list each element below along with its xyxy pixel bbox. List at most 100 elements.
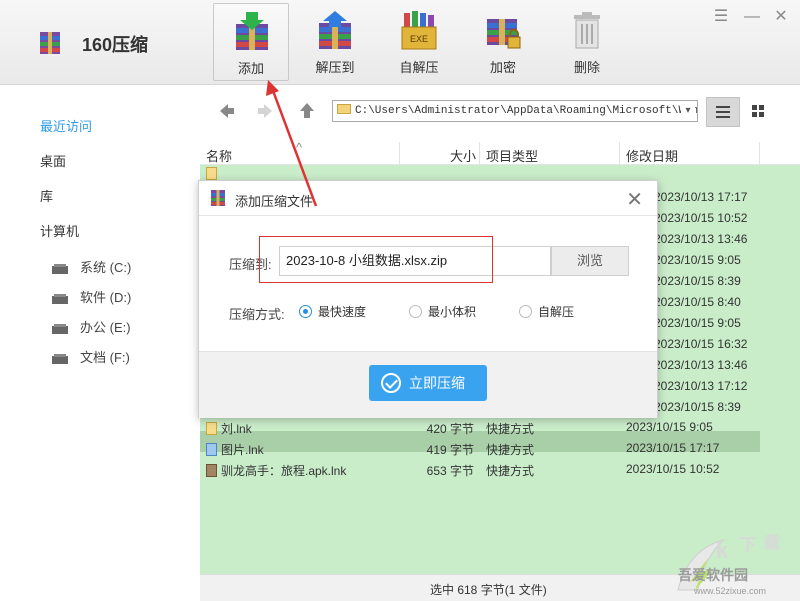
radio-dot	[299, 305, 312, 318]
delete-button[interactable]: 删除	[549, 3, 625, 81]
add-archive-dialog: 添加压缩文件 ✕ 压缩到: 2023-10-8 小组数据.xlsx.zip 浏览…	[198, 180, 658, 418]
file-size: 419 字节	[426, 443, 474, 457]
column-type[interactable]: 项目类型	[486, 146, 538, 165]
row-date: 2023/10/13 13:46	[654, 232, 748, 246]
up-arrow-icon[interactable]	[296, 100, 318, 122]
grid-view-button[interactable]	[742, 97, 776, 127]
folder-icon	[337, 104, 351, 114]
radio-label: 最快速度	[318, 305, 367, 319]
row-date: 2023/10/15 8:39	[654, 274, 741, 288]
column-name[interactable]: 名称	[206, 146, 232, 165]
column-date[interactable]: 修改日期	[626, 146, 678, 165]
extract-icon	[319, 11, 351, 49]
encrypt-button[interactable]: 加密	[465, 3, 541, 81]
grid-view-icon	[752, 105, 764, 117]
status-text: 选中 618 字节(1 文件)	[430, 583, 547, 597]
add-button[interactable]: 添加	[213, 3, 289, 81]
table-row[interactable]: 刘.lnk 420 字节 快捷方式 2023/10/15 9:05	[200, 417, 800, 438]
sidebar-item-computer[interactable]: 计算机	[40, 221, 79, 240]
file-name: 驯龙高手：旅程.apk.lnk	[221, 464, 347, 478]
list-header: 名称 ^ 大小 项目类型 修改日期	[200, 140, 800, 165]
sidebar-drive-f[interactable]: 文档 (F:)	[52, 347, 130, 367]
file-date: 2023/10/15 17:17	[626, 441, 720, 455]
row-date: 2023/10/15 16:32	[654, 337, 748, 351]
dialog-title: 添加压缩文件	[235, 194, 314, 209]
row-date: 2023/10/15 8:40	[654, 295, 741, 309]
highlight-box	[259, 236, 493, 283]
row-date: 2023/10/13 17:12	[654, 379, 748, 393]
file-size: 420 字节	[426, 422, 474, 436]
drive-icon	[52, 323, 68, 334]
add-button-label: 添加	[237, 61, 264, 76]
method-label: 压缩方式:	[229, 307, 285, 322]
archive-shortcut-icon	[206, 464, 217, 477]
encrypt-icon	[487, 19, 521, 49]
drive-label: 办公 (E:)	[80, 320, 131, 335]
file-type: 快捷方式	[486, 422, 535, 436]
self-extract-label: 自解压	[399, 60, 439, 75]
file-type: 快捷方式	[486, 443, 535, 457]
radio-fastest[interactable]: 最快速度	[299, 303, 366, 320]
drive-icon	[52, 293, 68, 304]
app-title: 160压缩	[82, 35, 149, 55]
sidebar-item-recent[interactable]: 最近访问	[40, 116, 92, 135]
back-arrow-icon[interactable]	[216, 100, 238, 122]
row-date: 2023/10/15 10:52	[654, 211, 748, 225]
check-circle-icon	[381, 373, 401, 393]
row-date: 2023/10/15 8:39	[654, 400, 741, 414]
folder-icon	[206, 167, 217, 180]
drive-icon	[52, 263, 68, 274]
sidebar-drive-e[interactable]: 办公 (E:)	[52, 317, 131, 337]
dialog-header: 添加压缩文件 ✕	[199, 181, 657, 216]
image-shortcut-icon	[206, 443, 217, 456]
minimize-icon[interactable]: —	[743, 8, 761, 26]
radio-label: 最小体积	[428, 305, 477, 319]
encrypt-label: 加密	[489, 60, 516, 75]
extract-to-label: 解压到	[315, 60, 355, 75]
column-divider[interactable]	[479, 142, 480, 164]
file-size: 653 字节	[426, 464, 474, 478]
dialog-close-icon[interactable]: ✕	[626, 187, 643, 212]
column-divider[interactable]	[759, 142, 760, 164]
extract-to-button[interactable]: 解压到	[297, 3, 373, 81]
exe-badge: EXE	[410, 34, 428, 44]
compress-now-button[interactable]: 立即压缩	[369, 365, 487, 401]
list-view-button[interactable]	[706, 97, 740, 127]
radio-dot	[409, 305, 422, 318]
address-path: C:\Users\Administrator\AppData\Roaming\M…	[355, 105, 698, 117]
top-toolbar: 160压缩 添加 解压到 EXE 自解压 加密 删除 ☰ — ✕	[0, 0, 800, 85]
forward-arrow-icon[interactable]	[254, 100, 276, 122]
list-view-icon	[716, 106, 730, 118]
menu-icon[interactable]: ☰	[712, 8, 730, 26]
close-window-icon[interactable]: ✕	[772, 8, 790, 26]
sidebar-drive-c[interactable]: 系统 (C:)	[52, 257, 131, 277]
sidebar-item-library[interactable]: 库	[40, 186, 53, 205]
radio-self-extract[interactable]: 自解压	[519, 303, 574, 320]
address-bar[interactable]: C:\Users\Administrator\AppData\Roaming\M…	[332, 100, 698, 122]
add-archive-icon	[236, 12, 268, 50]
svg-text:k: k	[716, 538, 729, 563]
column-divider[interactable]	[399, 142, 400, 164]
sidebar-item-desktop[interactable]: 桌面	[40, 151, 66, 170]
compress-now-label: 立即压缩	[409, 375, 465, 391]
drive-label: 系统 (C:)	[80, 260, 132, 275]
row-date: 2023/10/15 9:05	[654, 253, 741, 267]
address-dropdown-icon[interactable]: ▾	[681, 101, 695, 121]
sidebar: 最近访问 桌面 库 计算机 系统 (C:) 软件 (D:) 办公 (E:) 文档…	[0, 85, 200, 600]
table-row[interactable]: 图片.lnk 419 字节 快捷方式 2023/10/15 17:17	[200, 438, 800, 459]
row-date: 2023/10/13 13:46	[654, 358, 748, 372]
file-type: 快捷方式	[486, 464, 535, 478]
radio-dot	[519, 305, 532, 318]
dialog-app-icon	[211, 190, 225, 206]
column-size[interactable]: 大小	[450, 146, 476, 165]
self-extract-button[interactable]: EXE 自解压	[381, 3, 457, 81]
watermark-url: www.52zixue.com	[694, 586, 767, 596]
radio-smallest[interactable]: 最小体积	[409, 303, 476, 320]
trash-icon	[574, 12, 600, 49]
column-divider[interactable]	[619, 142, 620, 164]
watermark-text: 吾爱软件园	[678, 567, 748, 583]
sidebar-drive-d[interactable]: 软件 (D:)	[52, 287, 131, 307]
table-row[interactable]: 驯龙高手：旅程.apk.lnk 653 字节 快捷方式 2023/10/15 1…	[200, 459, 800, 480]
exe-archive-icon: EXE	[401, 11, 437, 50]
browse-button[interactable]: 浏览	[551, 246, 629, 276]
